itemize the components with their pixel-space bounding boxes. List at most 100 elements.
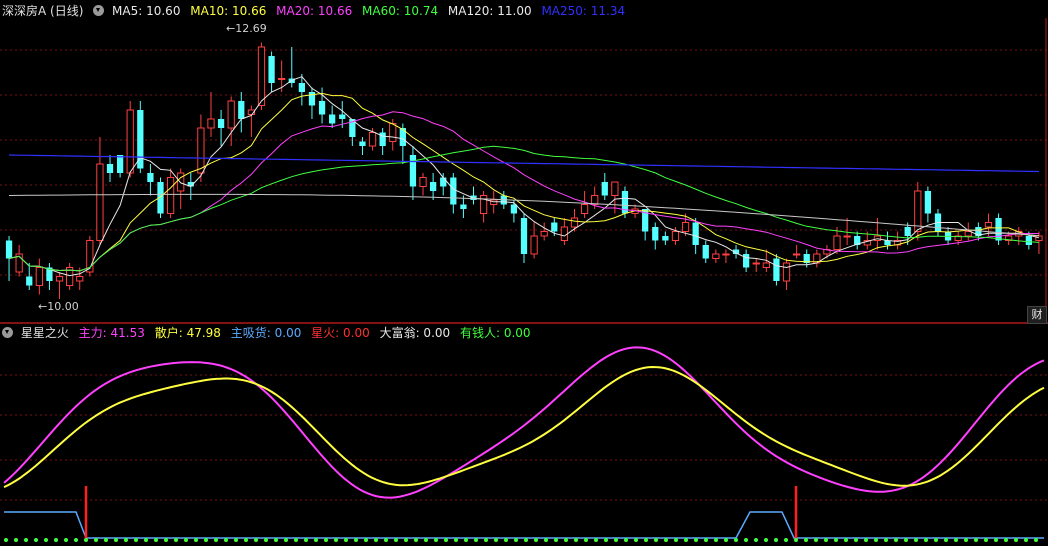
youqianren-dot (564, 538, 568, 542)
candle-body (126, 109, 134, 174)
candle-body (106, 164, 114, 173)
candle-body (147, 173, 154, 182)
youqianren-dot (944, 538, 948, 542)
youqianren-dot (454, 538, 458, 542)
settings-dropdown-icon[interactable] (93, 5, 105, 16)
youqianren-dot (954, 538, 958, 542)
candle-body (479, 195, 488, 214)
candle-body (580, 204, 589, 214)
low-arrow-icon: ← (38, 300, 48, 313)
youqianren-dot (414, 538, 418, 542)
candle-body (217, 119, 225, 128)
indicator-header: 星星之火 主力: 41.53 散户: 47.98 主吸货: 0.00 星火: 0… (2, 324, 537, 342)
candle-body (318, 101, 326, 115)
youqianren-dot (904, 538, 908, 542)
youqianren-dot (324, 538, 328, 542)
candle-body (177, 172, 185, 192)
youqianren-dot (394, 538, 398, 542)
youqianren-dot (184, 538, 188, 542)
youqianren-dot (14, 538, 18, 542)
stock-title[interactable]: 深深房A (日线) (2, 4, 83, 18)
candle-body (652, 227, 659, 241)
candle-body (278, 78, 286, 80)
candle-body (995, 218, 1002, 241)
candle-body (76, 276, 84, 282)
youqianren-dot (284, 538, 288, 542)
youqianren-dot (124, 538, 128, 542)
youqianren-dot (934, 538, 938, 542)
youqianren-dot (164, 538, 168, 542)
ma250-label: MA250: 11.34 (541, 4, 626, 18)
youqianren-dot (684, 538, 688, 542)
youqianren-dot (554, 538, 558, 542)
youqianren-dot (264, 538, 268, 542)
zhuxihuo-line (4, 511, 1044, 539)
sanhu-label: 散户: 47.98 (154, 326, 221, 340)
finance-button[interactable]: 财 (1027, 306, 1047, 324)
youqianren-dot (254, 538, 258, 542)
youqianren-dot (674, 538, 678, 542)
candle-body (560, 226, 569, 241)
youqianren-dot (484, 538, 488, 542)
youqianren-dot (424, 538, 428, 542)
youqianren-dot (214, 538, 218, 542)
youqianren-dot (144, 538, 148, 542)
youqianren-dot (714, 538, 718, 542)
youqianren-label: 有钱人: 0.00 (459, 326, 531, 340)
youqianren-dot (304, 538, 308, 542)
ma250-line (8, 154, 1040, 173)
zhuli-label: 主力: 41.53 (78, 326, 145, 340)
youqianren-dot (194, 538, 198, 542)
candle-body (1025, 236, 1032, 245)
candle-body (197, 127, 205, 174)
candle-body (752, 262, 760, 265)
kline-chart[interactable] (0, 0, 1048, 546)
indicator-title[interactable]: 星星之火 (21, 326, 69, 340)
youqianren-dot (964, 538, 968, 542)
indicator-options-icon[interactable] (2, 327, 13, 338)
candle-body (792, 253, 801, 256)
youqianren-dot (694, 538, 698, 542)
youqianren-dot (644, 538, 648, 542)
youqianren-dot (764, 538, 768, 542)
youqianren-dot (154, 538, 158, 542)
ma60-label: MA60: 10.74 (362, 4, 439, 18)
youqianren-dot (114, 538, 118, 542)
youqianren-dot (594, 538, 598, 542)
youqianren-dot (54, 538, 58, 542)
youqianren-dot (434, 538, 438, 542)
youqianren-dot (834, 538, 838, 542)
candle-body (450, 177, 457, 205)
youqianren-dot (804, 538, 808, 542)
youqianren-dot (624, 538, 628, 542)
youqianren-dot (44, 538, 48, 542)
candle-body (389, 123, 397, 142)
youqianren-dot (534, 538, 538, 542)
youqianren-dot (604, 538, 608, 542)
youqianren-dot (174, 538, 178, 542)
youqianren-dot (774, 538, 778, 542)
candle-body (429, 182, 437, 191)
youqianren-dot (754, 538, 758, 542)
candle-body (460, 204, 467, 209)
youqianren-dot (514, 538, 518, 542)
youqianren-dot (994, 538, 998, 542)
youqianren-dot (1024, 538, 1028, 542)
youqianren-dot (134, 538, 138, 542)
youqianren-dot (84, 538, 88, 542)
candle-body (359, 141, 366, 146)
youqianren-dot (734, 538, 738, 542)
candle-body (298, 83, 305, 92)
candle-body (530, 235, 538, 255)
youqianren-dot (224, 538, 228, 542)
youqianren-dot (474, 538, 478, 542)
youqianren-dot (4, 538, 8, 542)
candle-body (26, 276, 33, 286)
youqianren-dot (34, 538, 38, 542)
youqianren-dot (74, 538, 78, 542)
sanhu-line (3, 365, 1045, 489)
candle-body (137, 110, 144, 169)
candle-body (984, 222, 993, 228)
zhuli-line (3, 346, 1045, 499)
candle-body (833, 235, 841, 250)
